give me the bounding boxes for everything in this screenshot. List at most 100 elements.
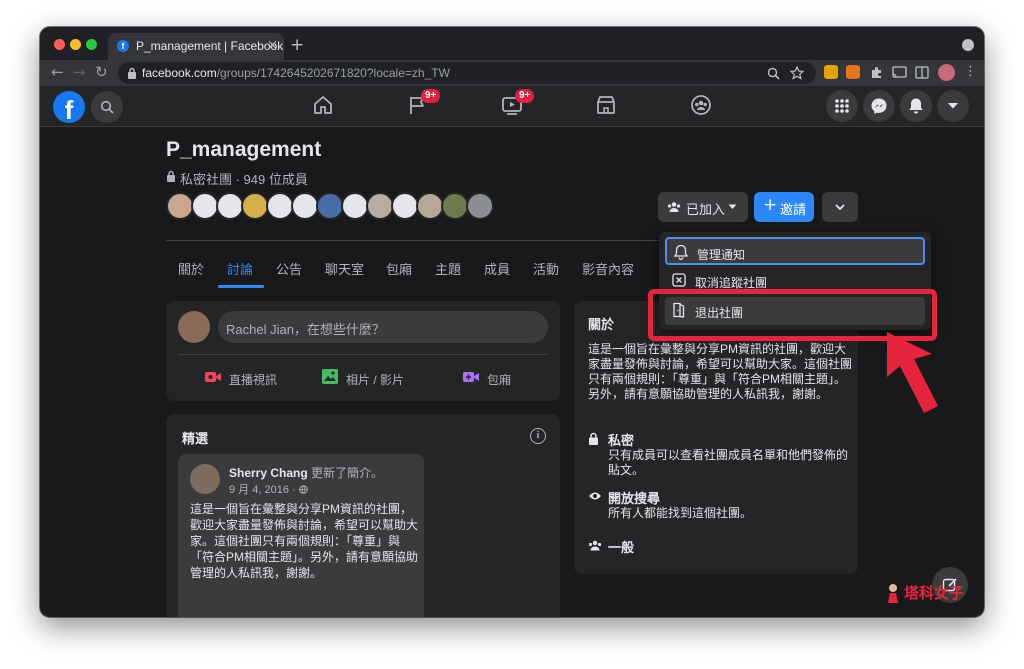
- avatar[interactable]: [178, 311, 210, 343]
- photo-video-icon: [322, 369, 338, 384]
- tab-media[interactable]: 影音內容: [582, 259, 634, 278]
- post-author[interactable]: Sherry Chang: [229, 466, 308, 480]
- extensions-puzzle-icon[interactable]: [870, 66, 883, 79]
- avatar[interactable]: [391, 192, 419, 220]
- composer-input[interactable]: Rachel Jian，在想些什麼？: [218, 311, 548, 343]
- messenger-icon: [871, 98, 887, 114]
- extension-fox-icon[interactable]: [846, 65, 860, 79]
- plus-icon: +: [763, 195, 778, 215]
- pages-notification-badge: 9+: [421, 89, 441, 103]
- tab-topics[interactable]: 主題: [435, 259, 461, 278]
- cast-icon[interactable]: [892, 66, 907, 79]
- invite-button[interactable]: + 邀請: [754, 192, 814, 222]
- avatar[interactable]: [466, 192, 494, 220]
- avatar[interactable]: [366, 192, 394, 220]
- url-text: facebook.com/groups/1742645202671820?loc…: [142, 66, 450, 80]
- red-arrow-icon: [887, 332, 938, 413]
- post-composer: Rachel Jian，在想些什麼？ 直播視訊 相片 / 影片 包廂: [166, 301, 560, 401]
- composer-placeholder: Rachel Jian，在想些什麼？: [226, 322, 385, 337]
- info-icon[interactable]: i: [530, 428, 546, 444]
- lock-icon: [167, 170, 175, 182]
- group-privacy-members[interactable]: 私密社團 · 949 位成員: [180, 169, 308, 188]
- browser-window: f P_management | Facebook × + ← → ↻ face…: [40, 27, 984, 617]
- more-options-button[interactable]: [822, 192, 858, 222]
- chevron-down-icon: [948, 103, 958, 109]
- avatar[interactable]: [266, 192, 294, 220]
- minimize-window-button[interactable]: [70, 39, 81, 50]
- tab-title: P_management | Facebook: [136, 39, 284, 53]
- messenger-button[interactable]: [863, 90, 895, 122]
- close-window-button[interactable]: [54, 39, 65, 50]
- joined-button[interactable]: 已加入: [658, 192, 748, 222]
- manage-notifications-label: 管理通知: [697, 248, 746, 262]
- facebook-favicon-icon: f: [117, 40, 129, 52]
- close-tab-icon[interactable]: ×: [267, 38, 278, 53]
- tab-members[interactable]: 成員: [484, 259, 510, 278]
- tab-rooms[interactable]: 包廂: [386, 259, 412, 278]
- avatar[interactable]: [441, 192, 469, 220]
- chevron-down-icon: [835, 204, 845, 210]
- post-date[interactable]: 9 月 4, 2016 ·: [229, 484, 299, 496]
- live-video-button[interactable]: 直播視訊: [229, 371, 277, 388]
- zoom-icon[interactable]: [767, 67, 780, 80]
- room-button[interactable]: 包廂: [487, 371, 511, 388]
- back-arrow-icon[interactable]: ←: [51, 63, 64, 81]
- avatar[interactable]: [191, 192, 219, 220]
- account-menu-button[interactable]: [937, 90, 969, 122]
- reading-list-icon[interactable]: [915, 66, 929, 79]
- tab-events[interactable]: 活動: [533, 259, 559, 278]
- bell-icon: [909, 98, 923, 114]
- tab-about[interactable]: 關於: [178, 259, 204, 278]
- watermark-text: 塔科女子: [904, 585, 965, 602]
- notifications-button[interactable]: [900, 90, 932, 122]
- facebook-top-bar: f 9+ 9+: [40, 86, 984, 127]
- caret-down-icon: [728, 204, 737, 209]
- bookmark-star-icon[interactable]: [790, 66, 804, 80]
- tab-chats[interactable]: 聊天室: [325, 259, 364, 278]
- post-meta: 9 月 4, 2016 ·: [229, 481, 308, 497]
- eye-icon: [589, 492, 601, 500]
- marketplace-icon[interactable]: [595, 94, 617, 116]
- featured-section: 精選 i Sherry Chang 更新了簡介。 9 月 4, 2016 · 這…: [166, 414, 560, 617]
- visible-title: 開放搜尋: [608, 491, 661, 506]
- menu-grid-icon: [835, 99, 849, 113]
- avatar[interactable]: [416, 192, 444, 220]
- address-bar[interactable]: facebook.com/groups/1742645202671820?loc…: [118, 62, 816, 84]
- extension-pencil-icon[interactable]: [824, 65, 838, 79]
- watermark-figure-icon: [888, 584, 898, 603]
- private-title: 私密: [608, 433, 635, 448]
- general-title: 一般: [608, 540, 635, 555]
- avatar[interactable]: [291, 192, 319, 220]
- facebook-logo-icon[interactable]: f: [53, 91, 85, 125]
- tab-discussion[interactable]: 討論: [227, 259, 253, 278]
- menu-grid-button[interactable]: [826, 90, 858, 122]
- composer-divider: [178, 354, 548, 355]
- tab-announcements[interactable]: 公告: [276, 259, 302, 278]
- about-title: 關於: [588, 317, 615, 332]
- search-button[interactable]: [91, 91, 123, 123]
- new-tab-button[interactable]: +: [290, 35, 304, 55]
- manage-notifications-item[interactable]: 管理通知: [665, 237, 925, 265]
- room-icon: [463, 372, 479, 382]
- avatar[interactable]: [241, 192, 269, 220]
- lock-icon: [128, 67, 136, 79]
- groups-icon[interactable]: [690, 94, 712, 116]
- reload-icon[interactable]: ↻: [95, 63, 108, 81]
- tab-search-icon[interactable]: [962, 39, 974, 51]
- maximize-window-button[interactable]: [86, 39, 97, 50]
- avatar[interactable]: [166, 192, 194, 220]
- kebab-menu-icon[interactable]: ⋮: [964, 64, 977, 79]
- group-name[interactable]: P_management: [166, 138, 321, 162]
- browser-tab[interactable]: f P_management | Facebook ×: [108, 33, 284, 60]
- live-video-icon: [205, 372, 221, 382]
- featured-post[interactable]: Sherry Chang 更新了簡介。 9 月 4, 2016 · 這是一個旨在…: [178, 454, 424, 617]
- forward-arrow-icon[interactable]: →: [73, 63, 86, 81]
- avatar[interactable]: [216, 192, 244, 220]
- photo-video-button[interactable]: 相片 / 影片: [346, 371, 404, 388]
- avatar[interactable]: [341, 192, 369, 220]
- avatar[interactable]: [316, 192, 344, 220]
- home-icon[interactable]: [312, 94, 334, 116]
- profile-avatar[interactable]: [938, 64, 955, 81]
- active-tab-indicator: [218, 285, 264, 288]
- avatar[interactable]: [190, 464, 220, 494]
